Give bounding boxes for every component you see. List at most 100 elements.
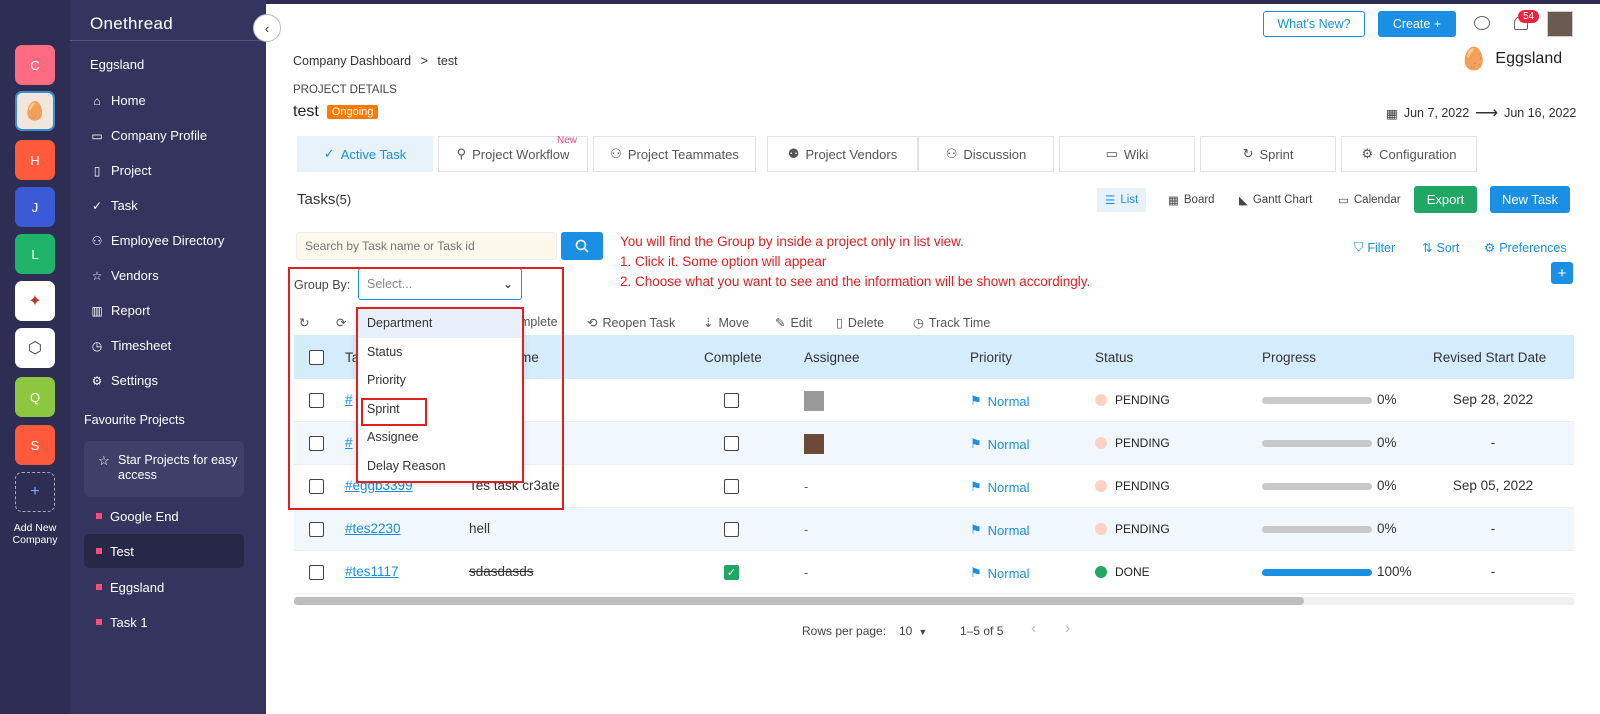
tab-wiki[interactable]: ▭ Wiki [1059, 136, 1195, 172]
sidebar-item-employee-directory[interactable]: ⚇ Employee Directory [90, 233, 225, 248]
group-option-department[interactable]: Department [358, 309, 522, 338]
company-eggsland[interactable]: 🥚 [15, 91, 55, 131]
tab-configuration[interactable]: ⚙ Configuration [1341, 136, 1477, 172]
complete-checkbox[interactable] [724, 436, 739, 451]
group-option-status[interactable]: Status [358, 338, 522, 367]
group-by-select[interactable]: Select... ⌄ [358, 268, 522, 300]
search-button[interactable] [561, 232, 603, 260]
column-priority[interactable]: Priority [970, 350, 1012, 365]
row-checkbox[interactable] [309, 436, 324, 451]
task-name[interactable]: hell [469, 521, 490, 536]
create-button[interactable]: Create + [1378, 11, 1456, 37]
tab-sprint[interactable]: ↻ Sprint [1200, 136, 1336, 172]
status-badge[interactable]: DONE [1095, 565, 1150, 579]
task-id-link[interactable]: #tes1117 [345, 564, 399, 579]
status-badge[interactable]: PENDING [1095, 436, 1170, 450]
favourite-project-test[interactable]: Test [84, 534, 244, 568]
rows-per-page-select[interactable]: 10 ▼ [899, 624, 927, 638]
column-revised-start-date[interactable]: Revised Start Date [1433, 350, 1546, 365]
collapse-sidebar-button[interactable]: ‹ [253, 14, 281, 42]
sidebar-item-vendors[interactable]: ☆ Vendors [90, 268, 159, 283]
add-company-button[interactable]: + [15, 472, 55, 512]
view-list-button[interactable]: ☰ List [1097, 188, 1147, 212]
company-q[interactable]: Q [15, 377, 55, 417]
row-checkbox[interactable] [309, 522, 324, 537]
status-badge[interactable]: PENDING [1095, 522, 1170, 536]
row-checkbox[interactable] [309, 565, 324, 580]
assignee-empty[interactable]: - [804, 565, 808, 580]
favourite-project-task-1[interactable]: Task 1 [84, 605, 244, 639]
preferences-button[interactable]: ⚙ Preferences [1484, 240, 1567, 256]
favourite-project-eggsland[interactable]: Eggsland [84, 570, 244, 604]
company-l[interactable]: L [15, 234, 55, 274]
select-all-checkbox[interactable] [309, 350, 324, 365]
complete-checkbox[interactable] [724, 393, 739, 408]
favourite-project-google-end[interactable]: Google End [84, 499, 244, 533]
assignee-empty[interactable]: - [804, 522, 808, 537]
chat-icon[interactable] [1474, 16, 1490, 30]
task-id-link[interactable]: # [345, 392, 353, 407]
priority-flag[interactable]: ⚑ Normal [970, 436, 1030, 452]
complete-checkbox[interactable] [724, 479, 739, 494]
view-calendar-button[interactable]: ▭ Calendar [1330, 188, 1409, 212]
company-s[interactable]: S [15, 425, 55, 465]
export-button[interactable]: Export [1414, 186, 1477, 213]
task-id-link[interactable]: # [345, 435, 353, 450]
priority-flag[interactable]: ⚑ Normal [970, 522, 1030, 538]
task-id-link[interactable]: #tes2230 [345, 521, 401, 536]
add-column-button[interactable]: + [1551, 262, 1573, 284]
horizontal-scrollbar[interactable] [294, 597, 1574, 605]
group-option-delay-reason[interactable]: Delay Reason [358, 452, 522, 481]
company-c[interactable]: C [15, 45, 55, 85]
user-avatar[interactable] [1547, 11, 1573, 37]
view-gantt-button[interactable]: ◣ Gantt Chart [1231, 188, 1320, 212]
column-task-name[interactable]: me [520, 350, 539, 365]
filter-button[interactable]: ⛉ Filter [1354, 240, 1395, 255]
edit-button[interactable]: ✎ Edit [775, 315, 812, 331]
sidebar-item-timesheet[interactable]: ◷ Timesheet [90, 338, 171, 353]
company-h[interactable]: H [15, 140, 55, 180]
tab-active-task[interactable]: ✓ Active Task [297, 136, 433, 172]
group-option-assignee[interactable]: Assignee [358, 423, 522, 452]
track-time-button[interactable]: ◷ Track Time [913, 315, 990, 331]
status-badge[interactable]: PENDING [1095, 479, 1170, 493]
prev-page-button[interactable]: ‹ [1031, 620, 1036, 638]
assignee-empty[interactable]: - [804, 479, 808, 494]
company-onethread[interactable]: ⬡ [15, 328, 55, 368]
tab-project-vendors[interactable]: ⚉ Project Vendors [767, 136, 918, 172]
breadcrumb-root[interactable]: Company Dashboard [293, 54, 411, 68]
column-status[interactable]: Status [1095, 350, 1133, 365]
complete-action-icon[interactable]: ⟳ [336, 315, 346, 330]
tab-project-teammates[interactable]: ⚇ Project Teammates [593, 136, 756, 172]
delete-button[interactable]: ▯ Delete [836, 315, 884, 331]
complete-checkbox[interactable] [724, 522, 739, 537]
move-button[interactable]: ⇣ Move [703, 315, 749, 331]
company-j[interactable]: J [15, 187, 55, 227]
next-page-button[interactable]: › [1065, 620, 1070, 638]
sidebar-item-settings[interactable]: ⚙ Settings [90, 373, 158, 388]
scrollbar-thumb[interactable] [294, 597, 1304, 605]
whats-new-button[interactable]: What's New? [1263, 11, 1365, 37]
sort-button[interactable]: ⇅ Sort [1422, 240, 1459, 256]
sidebar-item-company-profile[interactable]: ▭ Company Profile [90, 128, 207, 143]
refresh-button[interactable]: ↻ [299, 315, 309, 330]
sidebar-item-project[interactable]: ▯ Project [90, 163, 152, 178]
tab-discussion[interactable]: ⚇ Discussion [918, 136, 1054, 172]
priority-flag[interactable]: ⚑ Normal [970, 393, 1030, 409]
complete-checkbox[interactable]: ✓ [724, 565, 739, 580]
tab-project-workflow[interactable]: ⚲ Project Workflow New [438, 135, 588, 172]
sidebar-item-home[interactable]: ⌂ Home [90, 93, 145, 108]
group-option-priority[interactable]: Priority [358, 366, 522, 395]
priority-flag[interactable]: ⚑ Normal [970, 479, 1030, 495]
search-input[interactable] [296, 232, 557, 260]
reopen-task-button[interactable]: ⟲ Reopen Task [587, 315, 675, 331]
sidebar-item-report[interactable]: ▥ Report [90, 303, 150, 318]
view-board-button[interactable]: ▦ Board [1160, 188, 1223, 212]
complete-action-button[interactable]: mplete [520, 315, 558, 329]
priority-flag[interactable]: ⚑ Normal [970, 565, 1030, 581]
company-logo-5[interactable]: ✦ [15, 281, 55, 321]
row-checkbox[interactable] [309, 393, 324, 408]
task-name[interactable]: sdasdasds [469, 564, 534, 579]
new-task-button[interactable]: New Task [1490, 186, 1570, 213]
group-option-sprint[interactable]: Sprint [358, 395, 522, 424]
